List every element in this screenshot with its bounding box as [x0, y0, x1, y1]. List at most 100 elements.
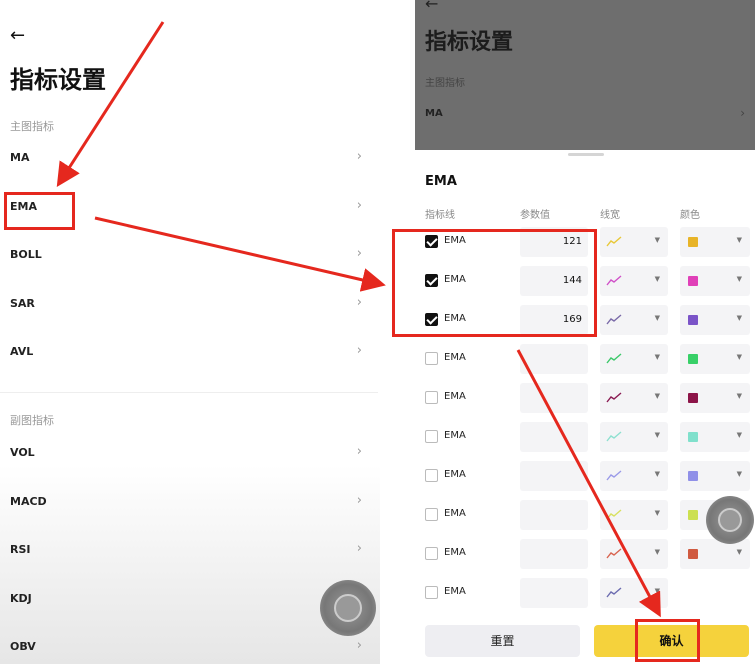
chevron-right-icon: ›: [356, 295, 362, 310]
line-checkbox[interactable]: [425, 391, 438, 404]
line-width-select[interactable]: ▼: [600, 500, 668, 530]
chevron-right-icon: ›: [356, 246, 362, 261]
line-width-select[interactable]: ▼: [600, 305, 668, 335]
line-checkbox[interactable]: [425, 508, 438, 521]
color-picker[interactable]: ▼: [680, 461, 750, 491]
indicator-item-obv[interactable]: OBV ›: [0, 626, 370, 672]
chevron-right-icon: ›: [356, 493, 362, 508]
line-width-select[interactable]: ▼: [600, 422, 668, 452]
indicator-label: VOL: [10, 446, 35, 459]
dropdown-arrow-icon: ▼: [736, 548, 742, 556]
dropdown-arrow-icon: ▼: [654, 275, 660, 283]
chevron-right-icon: ›: [356, 198, 362, 213]
page-title: 指标设置: [10, 66, 106, 94]
annotation-box-confirm: [635, 619, 700, 662]
indicator-label: RSI: [10, 543, 31, 556]
color-swatch: [688, 510, 698, 520]
line-style-icon: [606, 392, 622, 403]
ema-line-row: EMA▼▼: [415, 498, 755, 532]
indicator-item-rsi[interactable]: RSI ›: [0, 529, 370, 575]
ema-line-row: EMA ▼: [415, 576, 755, 610]
color-picker[interactable]: ▼: [680, 266, 750, 296]
indicator-item-kdj[interactable]: KDJ ›: [0, 578, 370, 624]
color-picker[interactable]: ▼: [680, 344, 750, 374]
line-checkbox[interactable]: [425, 586, 438, 599]
line-style-icon: [606, 470, 622, 481]
line-width-select[interactable]: ▼: [600, 344, 668, 374]
param-value-input[interactable]: [520, 539, 588, 569]
assistive-touch-icon: [334, 594, 362, 622]
section-divider: [0, 392, 378, 393]
param-value-input[interactable]: [520, 461, 588, 491]
dropdown-arrow-icon: ▼: [736, 470, 742, 478]
indicator-item-macd[interactable]: MACD ›: [0, 481, 370, 527]
column-header-param: 参数值: [520, 210, 550, 221]
line-checkbox[interactable]: [425, 430, 438, 443]
line-style-icon: [606, 275, 622, 286]
back-arrow-icon[interactable]: ←: [10, 25, 25, 46]
indicator-item-sar[interactable]: SAR ›: [0, 283, 370, 329]
sheet-title: EMA: [425, 174, 457, 189]
color-swatch: [688, 393, 698, 403]
indicator-item-ma[interactable]: MA ›: [0, 137, 370, 183]
line-style-icon: [606, 431, 622, 442]
background-item-ma: MA: [425, 108, 443, 119]
ema-line-row: EMA▼▼: [415, 420, 755, 454]
ema-line-row: EMA▼▼: [415, 537, 755, 571]
line-width-select[interactable]: ▼: [600, 266, 668, 296]
line-checkbox[interactable]: [425, 547, 438, 560]
color-picker[interactable]: ▼: [680, 227, 750, 257]
line-checkbox[interactable]: [425, 352, 438, 365]
annotation-box-ema-item: [4, 192, 75, 230]
sheet-drag-handle[interactable]: [568, 153, 604, 156]
dropdown-arrow-icon: ▼: [654, 548, 660, 556]
line-label: EMA: [444, 391, 466, 402]
color-swatch: [688, 471, 698, 481]
color-picker[interactable]: ▼: [680, 422, 750, 452]
dropdown-arrow-icon: ▼: [736, 314, 742, 322]
dropdown-arrow-icon: ▼: [736, 392, 742, 400]
dropdown-arrow-icon: ▼: [736, 353, 742, 361]
line-width-select[interactable]: ▼: [600, 383, 668, 413]
indicator-item-vol[interactable]: VOL ›: [0, 432, 370, 478]
line-checkbox[interactable]: [425, 469, 438, 482]
chevron-right-icon: ›: [356, 149, 362, 164]
line-width-select[interactable]: ▼: [600, 539, 668, 569]
ema-line-row: EMA ▼ ▼: [415, 381, 755, 415]
dimmed-background[interactable]: ← 指标设置 主图指标 MA ›: [415, 0, 755, 150]
color-swatch: [688, 354, 698, 364]
indicator-label: BOLL: [10, 248, 42, 261]
column-header-width: 线宽: [600, 210, 620, 221]
color-picker[interactable]: ▼: [680, 383, 750, 413]
annotation-box-checked-rows: [392, 229, 597, 337]
dropdown-arrow-icon: ▼: [654, 431, 660, 439]
color-swatch: [688, 315, 698, 325]
line-style-icon: [606, 548, 622, 559]
param-value-input[interactable]: [520, 500, 588, 530]
line-width-select[interactable]: ▼: [600, 461, 668, 491]
indicator-item-boll[interactable]: BOLL ›: [0, 234, 370, 280]
param-value-input[interactable]: [520, 422, 588, 452]
sub-indicators-section-label: 副图指标: [10, 414, 54, 427]
chevron-right-icon: ›: [356, 541, 362, 556]
dropdown-arrow-icon: ▼: [736, 236, 742, 244]
indicator-item-avl[interactable]: AVL ›: [0, 331, 370, 377]
column-header-line: 指标线: [425, 210, 455, 221]
line-label: EMA: [444, 586, 466, 597]
param-value-input[interactable]: [520, 578, 588, 608]
color-picker[interactable]: ▼: [680, 539, 750, 569]
dropdown-arrow-icon: ▼: [654, 353, 660, 361]
color-swatch: [688, 549, 698, 559]
reset-button[interactable]: 重置: [425, 625, 580, 657]
dropdown-arrow-icon: ▼: [654, 236, 660, 244]
floating-assistive-button[interactable]: [706, 496, 754, 544]
dropdown-arrow-icon: ▼: [654, 587, 660, 595]
dropdown-arrow-icon: ▼: [736, 431, 742, 439]
line-width-select[interactable]: ▼: [600, 578, 668, 608]
line-width-select[interactable]: ▼: [600, 227, 668, 257]
color-picker[interactable]: ▼: [680, 305, 750, 335]
floating-assistive-button[interactable]: [320, 580, 376, 636]
param-value-input[interactable]: [520, 383, 588, 413]
line-style-icon: [606, 236, 622, 247]
param-value-input[interactable]: [520, 344, 588, 374]
